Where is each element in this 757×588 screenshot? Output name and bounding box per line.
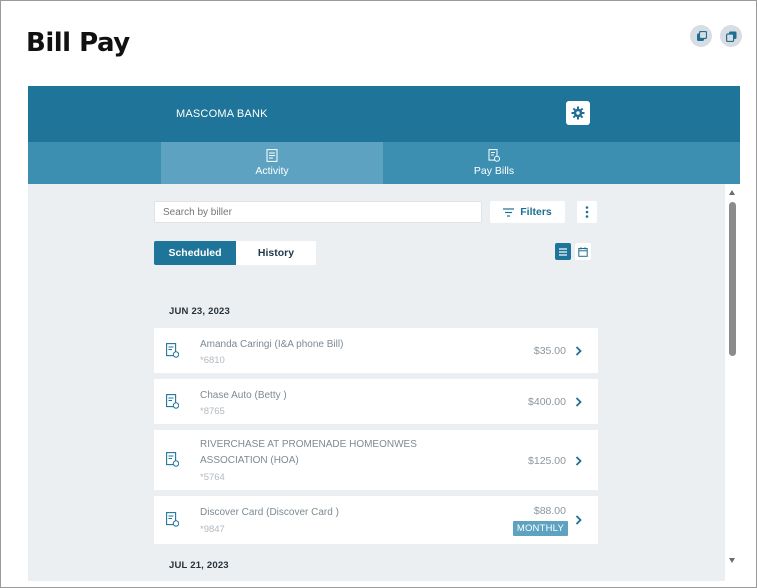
tab-pay-bills[interactable]: Pay Bills [383,142,605,184]
payee-name: Discover Card (Discover Card ) [200,507,339,518]
payee-name: Amanda Caringi (I&A phone Bill) [200,339,344,350]
payment-amount: $35.00 [533,345,566,357]
activity-document-icon [266,149,278,162]
payee-name-continued: ASSOCIATION (HOA) [200,455,299,466]
payment-amount: $88.00 [533,505,566,517]
scheduled-tab[interactable]: Scheduled [154,241,236,265]
list-view-icon [559,247,567,256]
pay-bills-icon [488,149,500,162]
frequency-badge: MONTHLY [512,521,568,536]
payee-account: *8765 [200,406,225,417]
copy-window-icon[interactable] [720,25,742,47]
bank-name: MASCOMA BANK [176,108,268,120]
payee-account: *6810 [200,355,225,366]
payment-row[interactable]: Discover Card (Discover Card ) *9847 $88… [154,496,598,544]
tab-activity-label: Activity [255,165,289,177]
gear-icon [571,106,585,120]
payment-row[interactable]: Amanda Caringi (I&A phone Bill) *6810 $3… [154,328,598,373]
list-view-button[interactable] [555,243,571,260]
activity-panel: Filters Scheduled History [28,184,728,581]
external-window-icon[interactable] [690,25,712,47]
tab-pay-bills-label: Pay Bills [473,165,515,177]
payee-name: Chase Auto (Betty ) [200,390,287,401]
top-actions [690,25,742,47]
scrollbar[interactable] [725,184,740,581]
bill-pay-widget: MASCOMA BANK Activity Pay Bills Search b… [28,86,740,581]
date-header: JUN 23, 2023 [169,306,231,317]
payee-account: *9847 [200,524,225,535]
bill-pay-page: Bill Pay MASCOMA BANK Activity Pay Bills… [0,0,757,588]
scrollbar-thumb[interactable] [729,202,736,356]
search-input[interactable] [154,201,482,223]
bill-document-icon [166,452,179,467]
scheduled-history-toggle: Scheduled History [154,241,316,265]
payment-amount: $125.00 [528,455,566,467]
filter-lines-icon [503,207,515,217]
filters-button[interactable]: Filters [490,201,565,223]
date-header: JUL 21, 2023 [169,560,229,571]
payment-amount: $400.00 [528,396,566,408]
calendar-view-icon [578,246,588,257]
bill-document-icon [166,343,179,358]
view-toggle [555,243,591,260]
payment-row[interactable]: RIVERCHASE AT PROMENADE HOMEONWES ASSOCI… [154,430,598,490]
tab-activity[interactable]: Activity [161,142,383,184]
payee-name: RIVERCHASE AT PROMENADE HOMEONWES [200,439,417,450]
chevron-right-icon [575,346,582,356]
bank-header: MASCOMA BANK [28,86,740,142]
chevron-right-icon [575,397,582,407]
scroll-up-arrow-icon[interactable] [729,190,735,195]
chevron-right-icon [575,456,582,466]
history-tab[interactable]: History [236,241,316,265]
bill-document-icon [166,512,179,527]
payee-account: *5764 [200,472,225,483]
vertical-dots-icon [585,206,589,218]
bill-document-icon [166,394,179,409]
filters-label: Filters [520,206,552,218]
more-options-button[interactable] [577,201,597,223]
page-title: Bill Pay [26,28,130,58]
settings-button[interactable] [566,101,590,125]
tab-bar: Activity Pay Bills [28,142,740,184]
scroll-down-arrow-icon[interactable] [729,558,735,563]
payment-row[interactable]: Chase Auto (Betty ) *8765 $400.00 [154,379,598,424]
calendar-view-button[interactable] [575,243,591,260]
chevron-right-icon [575,515,582,525]
